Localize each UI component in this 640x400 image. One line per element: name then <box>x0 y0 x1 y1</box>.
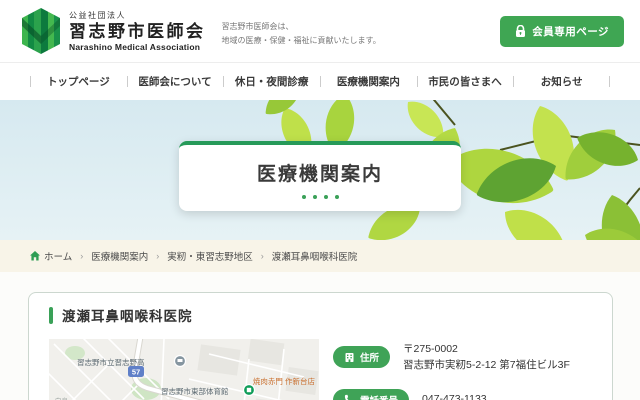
tagline-line2: 地域の医療・保健・福祉に貢献いたします。 <box>222 34 381 48</box>
breadcrumb-home-label: ホーム <box>44 249 72 263</box>
main-content: 渡瀬耳鼻咽喉科医院 <box>0 292 640 400</box>
org-name: 習志野市医師会 <box>69 21 206 42</box>
breadcrumb-current-page: 渡瀬耳鼻咽喉科医院 <box>272 249 358 263</box>
hero-card: 医療機関案内 <box>179 141 461 211</box>
site-header: 公益社団法人 習志野市医師会 Narashino Medical Associa… <box>0 0 640 62</box>
address-text: 〒275-0002 習志野市実籾5-2-12 第7福住ビル3F <box>403 341 570 374</box>
nav-item-top-page[interactable]: トップページ <box>30 63 127 100</box>
map[interactable]: 習志野市立習志野高 57 習志野市東部体育館 <box>49 339 319 400</box>
member-page-button[interactable]: 会員専用ページ <box>500 16 624 47</box>
org-type: 公益社団法人 <box>69 10 206 21</box>
nav-item-for-citizens[interactable]: 市民の皆さまへ <box>417 63 514 100</box>
breadcrumb-separator: › <box>261 251 264 261</box>
carousel-dot[interactable] <box>324 195 328 199</box>
route-number: 57 <box>132 368 140 377</box>
address-badge: 住所 <box>333 346 390 368</box>
address-line: 習志野市実籾5-2-12 第7福住ビル3F <box>403 357 570 373</box>
breadcrumb-separator: › <box>156 251 159 261</box>
phone-badge-label: 電話番号 <box>360 393 398 400</box>
map-restaurant-label: 焼肉赤門 作新台店 <box>253 376 316 386</box>
header-tagline: 習志野市医師会は、 地域の医療・保健・福祉に貢献いたします。 <box>222 20 381 47</box>
phone-icon <box>344 394 355 400</box>
phone-number: 047-473-1133 <box>422 391 487 400</box>
route-57-shield-icon: 57 <box>128 366 144 377</box>
address-badge-label: 住所 <box>360 350 379 364</box>
hero-banner: 医療機関案内 <box>0 100 640 240</box>
carousel-dot[interactable] <box>335 195 339 199</box>
map-school-label: 習志野市立習志野高 <box>77 357 145 367</box>
lock-icon <box>515 25 526 38</box>
medical-association-logo-icon <box>22 8 60 54</box>
breadcrumb-district[interactable]: 実籾・東習志野地区 <box>167 249 253 263</box>
map-canvas: 習志野市立習志野高 57 習志野市東部体育館 <box>49 339 319 400</box>
title-accent-bar <box>49 307 53 324</box>
breadcrumb-home[interactable]: ホーム <box>30 249 72 263</box>
nav-item-about[interactable]: 医師会について <box>127 63 224 100</box>
phone-badge: 電話番号 <box>333 389 409 400</box>
member-button-label: 会員専用ページ <box>532 24 609 39</box>
carousel-dot[interactable] <box>313 195 317 199</box>
carousel-dots <box>179 195 461 199</box>
site-logo[interactable]: 公益社団法人 習志野市医師会 Narashino Medical Associa… <box>22 8 206 54</box>
nav-item-news[interactable]: お知らせ <box>513 63 610 100</box>
home-icon <box>30 251 40 261</box>
main-nav: トップページ 医師会について 休日・夜間診療 医療機関案内 市民の皆さまへ お知… <box>0 62 640 100</box>
postal-code: 〒275-0002 <box>403 341 570 357</box>
breadcrumb: ホーム › 医療機関案内 › 実籾・東習志野地区 › 渡瀬耳鼻咽喉科医院 <box>0 240 640 272</box>
breadcrumb-medical-institutions[interactable]: 医療機関案内 <box>91 249 148 263</box>
breadcrumb-separator: › <box>80 251 83 261</box>
nav-item-medical-institutions[interactable]: 医療機関案内 <box>320 63 417 100</box>
hero-title: 医療機関案内 <box>179 159 461 186</box>
address-row: 住所 〒275-0002 習志野市実籾5-2-12 第7福住ビル3F <box>333 341 570 374</box>
org-name-english: Narashino Medical Association <box>69 42 206 52</box>
building-icon <box>344 352 355 363</box>
phone-row: 電話番号 047-473-1133 <box>333 389 570 400</box>
nav-item-holiday-night-care[interactable]: 休日・夜間診療 <box>223 63 320 100</box>
clinic-info: 住所 〒275-0002 習志野市実籾5-2-12 第7福住ビル3F 電話 <box>333 339 570 400</box>
page: 公益社団法人 習志野市医師会 Narashino Medical Associa… <box>0 0 640 400</box>
clinic-name: 渡瀬耳鼻咽喉科医院 <box>62 305 193 325</box>
clinic-title-row: 渡瀬耳鼻咽喉科医院 <box>49 305 592 325</box>
school-poi-icon <box>175 356 186 367</box>
carousel-dot[interactable] <box>302 195 306 199</box>
clinic-card: 渡瀬耳鼻咽喉科医院 <box>28 292 613 400</box>
gym-poi-icon <box>244 385 255 396</box>
map-gym-label: 習志野市東部体育館 <box>161 386 229 396</box>
tagline-line1: 習志野市医師会は、 <box>222 20 381 34</box>
logo-text: 公益社団法人 習志野市医師会 Narashino Medical Associa… <box>69 10 206 52</box>
